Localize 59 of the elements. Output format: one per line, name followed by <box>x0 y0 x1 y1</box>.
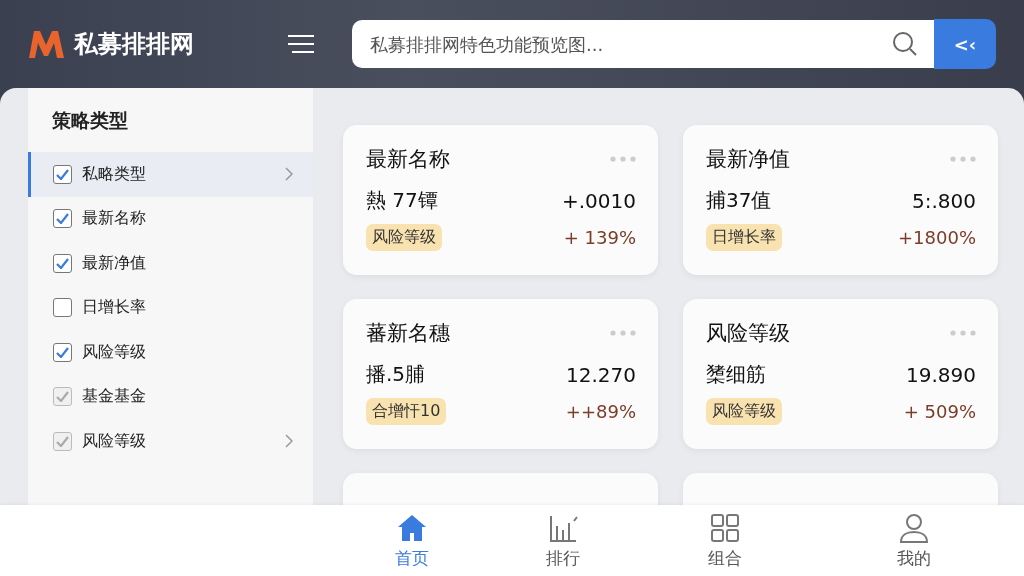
fund-name: 熱 77镡 <box>366 187 438 214</box>
net-value: 19.890 <box>906 362 976 387</box>
tab-item[interactable]: 我的 <box>804 505 1024 576</box>
chevron-right-icon <box>285 167 293 182</box>
check-icon <box>56 435 69 447</box>
sidebar-item[interactable]: 最新名称 <box>28 196 313 241</box>
tag-label: 日增长率 <box>706 224 782 251</box>
grid-icon[interactable] <box>709 511 742 544</box>
checkbox[interactable] <box>53 298 72 318</box>
checkbox[interactable] <box>53 342 72 362</box>
item-label: 私略类型 <box>82 163 147 185</box>
sidebar-item[interactable]: 风险等级 <box>28 330 313 375</box>
sidebar-title: 策略类型 <box>51 108 129 133</box>
change-value: +1800% <box>898 227 976 248</box>
item-label: 风险等级 <box>82 430 147 452</box>
item-label: 风险等级 <box>82 341 147 363</box>
card-title: 风险等级 <box>706 320 790 347</box>
logo-icon <box>28 29 66 59</box>
check-icon <box>56 346 69 358</box>
net-value: 12.270 <box>566 362 636 387</box>
search-icon[interactable] <box>892 31 918 57</box>
checkbox[interactable] <box>53 209 72 229</box>
item-label: 最新净值 <box>82 252 147 274</box>
tag-label: 合增忓10 <box>366 398 447 425</box>
back-button[interactable]: <‹ <box>934 19 996 69</box>
checkbox[interactable] <box>53 164 72 184</box>
sidebar-item[interactable]: 日增长率 <box>28 285 313 330</box>
check-icon <box>56 257 69 269</box>
menu-icon[interactable] <box>288 34 314 54</box>
fund-name: 橥细筋 <box>706 361 766 388</box>
change-value: + 139% <box>563 227 636 248</box>
tab-item[interactable]: 组合 <box>645 505 805 576</box>
tag-label: 风险等级 <box>366 224 442 251</box>
checkbox[interactable] <box>53 253 72 273</box>
tab-item[interactable]: 排行 <box>479 505 646 576</box>
net-value: +.0010 <box>562 188 636 213</box>
chevron-right-icon <box>285 434 293 449</box>
check-icon <box>56 391 69 403</box>
card-title: 最新净值 <box>706 146 790 173</box>
net-value: 5:.800 <box>912 188 976 213</box>
sidebar-item[interactable]: 最新净值 <box>28 241 313 286</box>
change-value: ++89% <box>565 401 636 422</box>
check-icon <box>56 168 69 180</box>
change-value: + 509% <box>903 401 976 422</box>
card-title: 蕃新名穗 <box>366 320 450 347</box>
logo-text: 私募排排网 <box>74 29 194 60</box>
item-label: 最新名称 <box>82 208 147 230</box>
search-field[interactable]: 私募排排网特色功能预览图... <box>352 20 934 68</box>
sidebar-item[interactable]: 私略类型 <box>28 152 313 197</box>
tab-item[interactable]: 首页 <box>345 505 480 576</box>
item-label: 日增长率 <box>82 297 147 319</box>
fund-name: 播.5脯 <box>366 361 426 388</box>
check-icon <box>56 213 69 225</box>
item-label: 基金基金 <box>82 386 147 408</box>
tag-label: 风险等级 <box>706 398 782 425</box>
user-icon[interactable] <box>898 511 931 544</box>
fund-name: 捕37值 <box>706 187 772 214</box>
search-input[interactable]: 私募排排网特色功能预览图... <box>368 32 892 56</box>
card-title: 最新名称 <box>366 146 450 173</box>
